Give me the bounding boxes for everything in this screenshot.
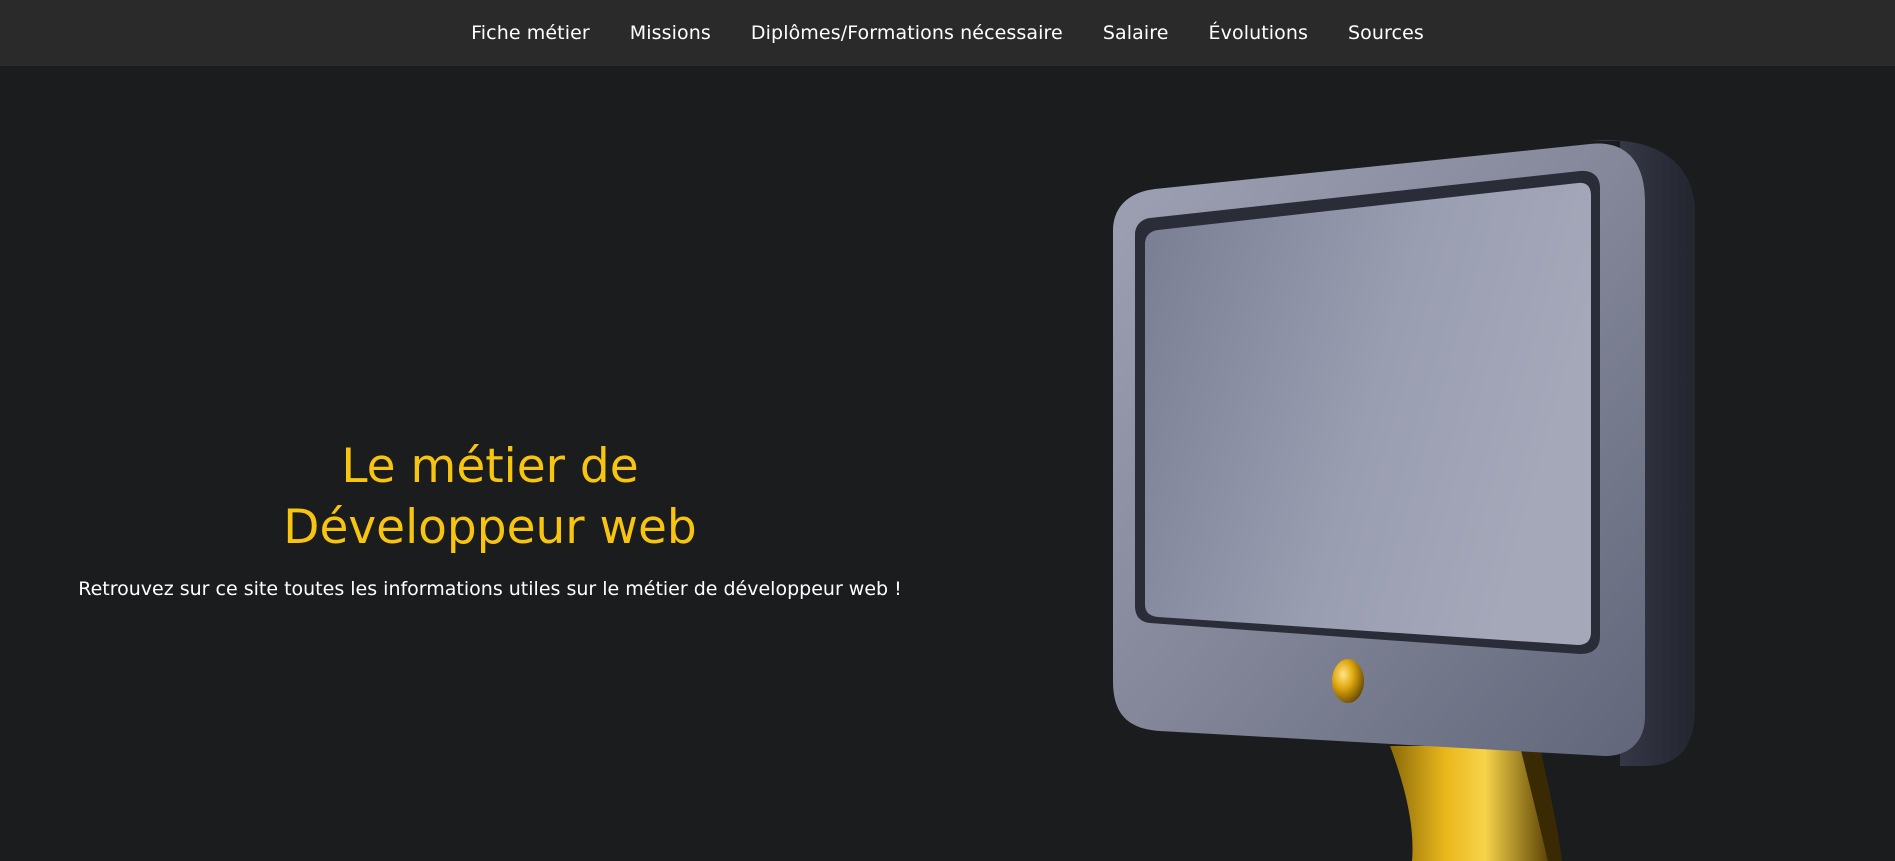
hero-title: Le métier de Développeur web — [40, 436, 940, 558]
nav-link-sources[interactable]: Sources — [1348, 22, 1424, 44]
hero-subtitle: Retrouvez sur ce site toutes les informa… — [78, 578, 902, 600]
hero-text-block: Le métier de Développeur web Retrouvez s… — [40, 436, 940, 600]
nav-link-missions[interactable]: Missions — [630, 22, 711, 44]
nav-link-evolutions[interactable]: Évolutions — [1209, 22, 1309, 44]
nav-list: Fiche métier Missions Diplômes/Formation… — [451, 22, 1444, 44]
nav-item: Diplômes/Formations nécessaire — [751, 22, 1063, 44]
nav-item: Missions — [630, 22, 711, 44]
nav-item: Salaire — [1103, 22, 1169, 44]
nav-link-diplomes-formations[interactable]: Diplômes/Formations nécessaire — [751, 22, 1063, 44]
nav-item: Fiche métier — [471, 22, 590, 44]
hero-title-line-1: Le métier de — [341, 439, 639, 494]
monitor-3d-icon — [1113, 140, 1695, 861]
nav-link-fiche-metier[interactable]: Fiche métier — [471, 22, 590, 44]
top-navigation: Fiche métier Missions Diplômes/Formation… — [0, 0, 1895, 66]
hero-title-line-2: Développeur web — [283, 500, 697, 555]
nav-item: Évolutions — [1209, 22, 1309, 44]
nav-item: Sources — [1348, 22, 1424, 44]
nav-link-salaire[interactable]: Salaire — [1103, 22, 1169, 44]
